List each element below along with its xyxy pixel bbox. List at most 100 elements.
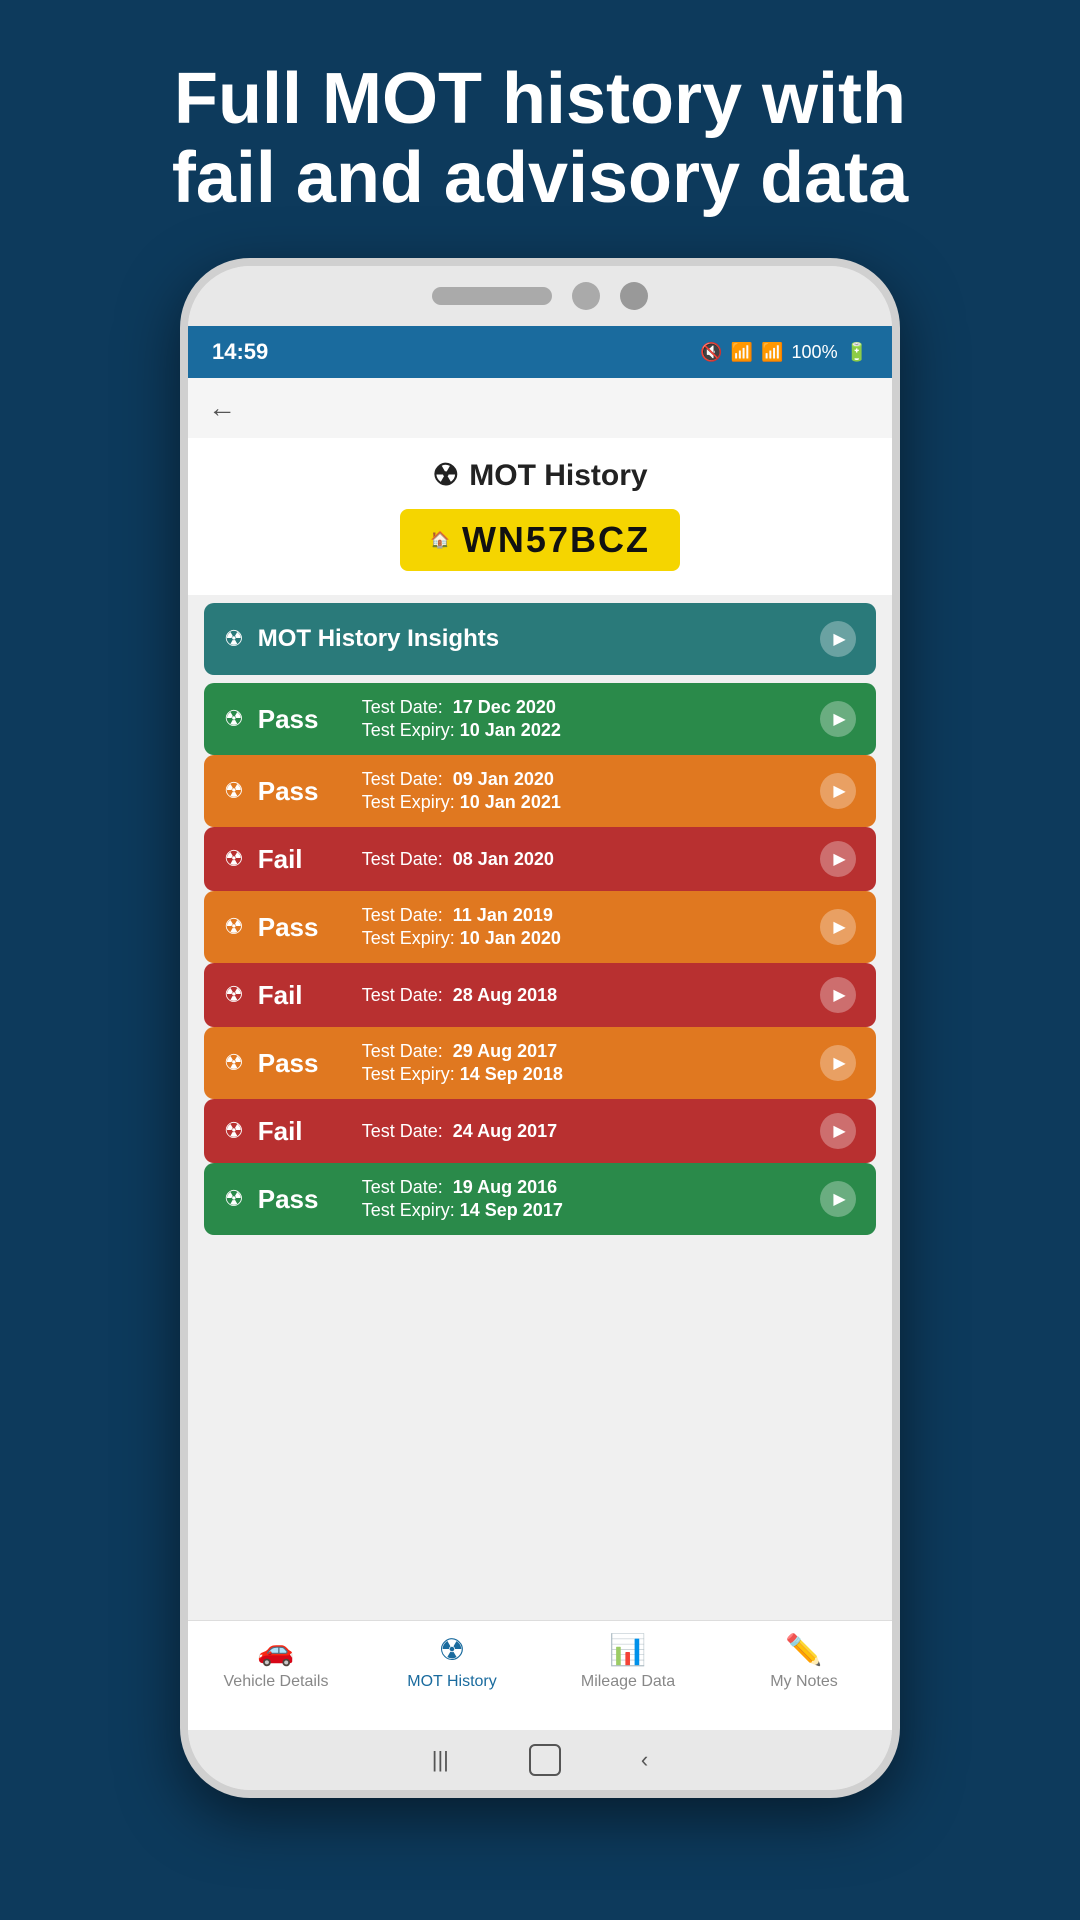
mot-row-icon-0: ☢ <box>224 706 244 732</box>
mot-row-dates-7: Test Date: 19 Aug 2016Test Expiry: 14 Se… <box>362 1177 806 1221</box>
mot-row-dates-3: Test Date: 11 Jan 2019Test Expiry: 10 Ja… <box>362 905 806 949</box>
headline-line2: fail and advisory data <box>172 138 908 218</box>
mot-row-status-0: Pass <box>258 704 348 735</box>
mot-row-play-1[interactable]: ▶ <box>820 773 856 809</box>
mot-test-date-6: Test Date: 24 Aug 2017 <box>362 1121 806 1142</box>
mot-row-6[interactable]: ☢ Fail Test Date: 24 Aug 2017 ▶ <box>204 1099 876 1163</box>
mot-row-dates-6: Test Date: 24 Aug 2017 <box>362 1121 806 1142</box>
mot-row-icon-5: ☢ <box>224 1050 244 1076</box>
insights-play-button[interactable]: ▶ <box>820 621 856 657</box>
battery-icon: 🔋 <box>846 342 868 363</box>
mot-row-4[interactable]: ☢ Fail Test Date: 28 Aug 2018 ▶ <box>204 963 876 1027</box>
mute-icon: 🔇 <box>700 342 722 363</box>
mot-row-icon-4: ☢ <box>224 982 244 1008</box>
mot-row-status-5: Pass <box>258 1048 348 1079</box>
back-button[interactable]: ← <box>208 392 236 424</box>
nav-recent-icon[interactable]: ||| <box>432 1747 449 1773</box>
chart-icon: 📊 <box>609 1633 646 1668</box>
nav-notes-label: My Notes <box>770 1673 838 1691</box>
status-icons: 🔇 📶 📶 100% 🔋 <box>700 342 868 363</box>
status-bar: 14:59 🔇 📶 📶 100% 🔋 <box>188 326 892 378</box>
car-icon: 🚗 <box>257 1633 294 1668</box>
phone-camera-secondary <box>620 282 648 310</box>
mot-expiry-date-5: Test Expiry: 14 Sep 2018 <box>362 1064 806 1085</box>
mot-row-7[interactable]: ☢ Pass Test Date: 19 Aug 2016Test Expiry: … <box>204 1163 876 1235</box>
screen-content: ☢ MOT History 🏠 WN57BCZ ☢ MOT History In… <box>188 438 892 1730</box>
mot-row-play-0[interactable]: ▶ <box>820 701 856 737</box>
play-arrow-icon: ▶ <box>833 985 845 1005</box>
mot-row-icon-1: ☢ <box>224 778 244 804</box>
mot-row-2[interactable]: ☢ Fail Test Date: 08 Jan 2020 ▶ <box>204 827 876 891</box>
nav-mot-history[interactable]: ☢ MOT History <box>387 1633 517 1691</box>
radiation-icon: ☢ <box>439 1633 466 1668</box>
mot-row-dates-4: Test Date: 28 Aug 2018 <box>362 985 806 1006</box>
phone-home-bar: ||| ‹ <box>188 1730 892 1790</box>
mot-test-date-5: Test Date: 29 Aug 2017 <box>362 1041 806 1062</box>
nav-vehicle-details[interactable]: 🚗 Vehicle Details <box>211 1633 341 1691</box>
play-arrow-icon: ▶ <box>833 1189 845 1209</box>
wifi-icon: 📶 <box>731 342 753 363</box>
mot-test-date-4: Test Date: 28 Aug 2018 <box>362 985 806 1006</box>
mot-row-play-3[interactable]: ▶ <box>820 909 856 945</box>
mot-row-dates-5: Test Date: 29 Aug 2017Test Expiry: 14 Se… <box>362 1041 806 1085</box>
nav-mileage-data[interactable]: 📊 Mileage Data <box>563 1633 693 1691</box>
nav-home-button[interactable] <box>529 1744 561 1776</box>
mot-test-date-0: Test Date: 17 Dec 2020 <box>362 697 806 718</box>
pencil-icon: ✏️ <box>785 1633 822 1668</box>
mot-row-3[interactable]: ☢ Pass Test Date: 11 Jan 2019Test Expiry: … <box>204 891 876 963</box>
mot-items-container: ☢PassTest Date: 17 Dec 2020Test Expiry: … <box>204 683 876 1235</box>
insights-label: MOT History Insights <box>258 625 806 653</box>
mot-row-1[interactable]: ☢PassTest Date: 09 Jan 2020Test Expiry: … <box>204 755 876 827</box>
mot-expiry-date-0: Test Expiry: 10 Jan 2022 <box>362 720 806 741</box>
nav-vehicle-label: Vehicle Details <box>224 1673 329 1691</box>
mot-header: ☢ MOT History 🏠 WN57BCZ <box>188 438 892 595</box>
nav-mot-label: MOT History <box>407 1673 496 1691</box>
mot-row-icon-7: ☢ <box>224 1186 244 1212</box>
mot-row-status-7: Pass <box>258 1184 348 1215</box>
insights-row[interactable]: ☢ MOT History Insights ▶ <box>204 603 876 675</box>
mot-expiry-date-1: Test Expiry: 10 Jan 2021 <box>362 792 806 813</box>
bottom-nav: 🚗 Vehicle Details ☢ MOT History 📊 Mileag… <box>188 1620 892 1730</box>
mot-row-0[interactable]: ☢ Pass Test Date: 17 Dec 2020Test Expiry: … <box>204 683 876 755</box>
mot-row-dates-1: Test Date: 09 Jan 2020Test Expiry: 10 Ja… <box>362 769 806 813</box>
mot-row-play-5[interactable]: ▶ <box>820 1045 856 1081</box>
nav-my-notes[interactable]: ✏️ My Notes <box>739 1633 869 1691</box>
phone-frame: 14:59 🔇 📶 📶 100% 🔋 ← ☢ MOT History 🏠 WN5… <box>180 258 900 1798</box>
phone-camera-main <box>572 282 600 310</box>
mot-row-5[interactable]: ☢ Pass Test Date: 29 Aug 2017Test Expiry: … <box>204 1027 876 1099</box>
mot-row-status-3: Pass <box>258 912 348 943</box>
mot-row-icon-2: ☢ <box>224 846 244 872</box>
mot-title: ☢ MOT History <box>432 458 647 493</box>
mot-row-icon-3: ☢ <box>224 914 244 940</box>
mot-row-play-4[interactable]: ▶ <box>820 977 856 1013</box>
mot-test-date-1: Test Date: 09 Jan 2020 <box>362 769 806 790</box>
mot-row-play-7[interactable]: ▶ <box>820 1181 856 1217</box>
mot-test-date-7: Test Date: 19 Aug 2016 <box>362 1177 806 1198</box>
play-arrow-icon: ▶ <box>833 1053 845 1073</box>
nav-back-icon[interactable]: ‹ <box>641 1747 648 1773</box>
play-arrow-icon: ▶ <box>833 1121 845 1141</box>
mot-row-status-4: Fail <box>258 980 348 1011</box>
mot-list: ☢ MOT History Insights ▶ ☢PassTest Date:… <box>188 595 892 1620</box>
mot-expiry-date-7: Test Expiry: 14 Sep 2017 <box>362 1200 806 1221</box>
mot-row-dates-0: Test Date: 17 Dec 2020Test Expiry: 10 Ja… <box>362 697 806 741</box>
mot-row-play-6[interactable]: ▶ <box>820 1113 856 1149</box>
mot-expiry-date-3: Test Expiry: 10 Jan 2020 <box>362 928 806 949</box>
nav-mileage-label: Mileage Data <box>581 1673 675 1691</box>
play-arrow-icon: ▶ <box>833 849 845 869</box>
mot-row-icon-6: ☢ <box>224 1118 244 1144</box>
battery-level: 100% <box>792 342 838 363</box>
play-icon: ▶ <box>833 629 845 649</box>
mot-row-status-6: Fail <box>258 1116 348 1147</box>
mot-title-icon: ☢ <box>432 458 459 493</box>
back-nav-bar: ← <box>188 378 892 438</box>
mot-row-status-2: Fail <box>258 844 348 875</box>
headline-line1: Full MOT history with <box>174 59 906 139</box>
mot-test-date-2: Test Date: 08 Jan 2020 <box>362 849 806 870</box>
mot-row-play-2[interactable]: ▶ <box>820 841 856 877</box>
play-arrow-icon: ▶ <box>833 709 845 729</box>
phone-speaker <box>432 287 552 305</box>
insights-icon: ☢ <box>224 626 244 652</box>
mot-row-dates-2: Test Date: 08 Jan 2020 <box>362 849 806 870</box>
plate-badge: 🏠 WN57BCZ <box>400 509 680 571</box>
